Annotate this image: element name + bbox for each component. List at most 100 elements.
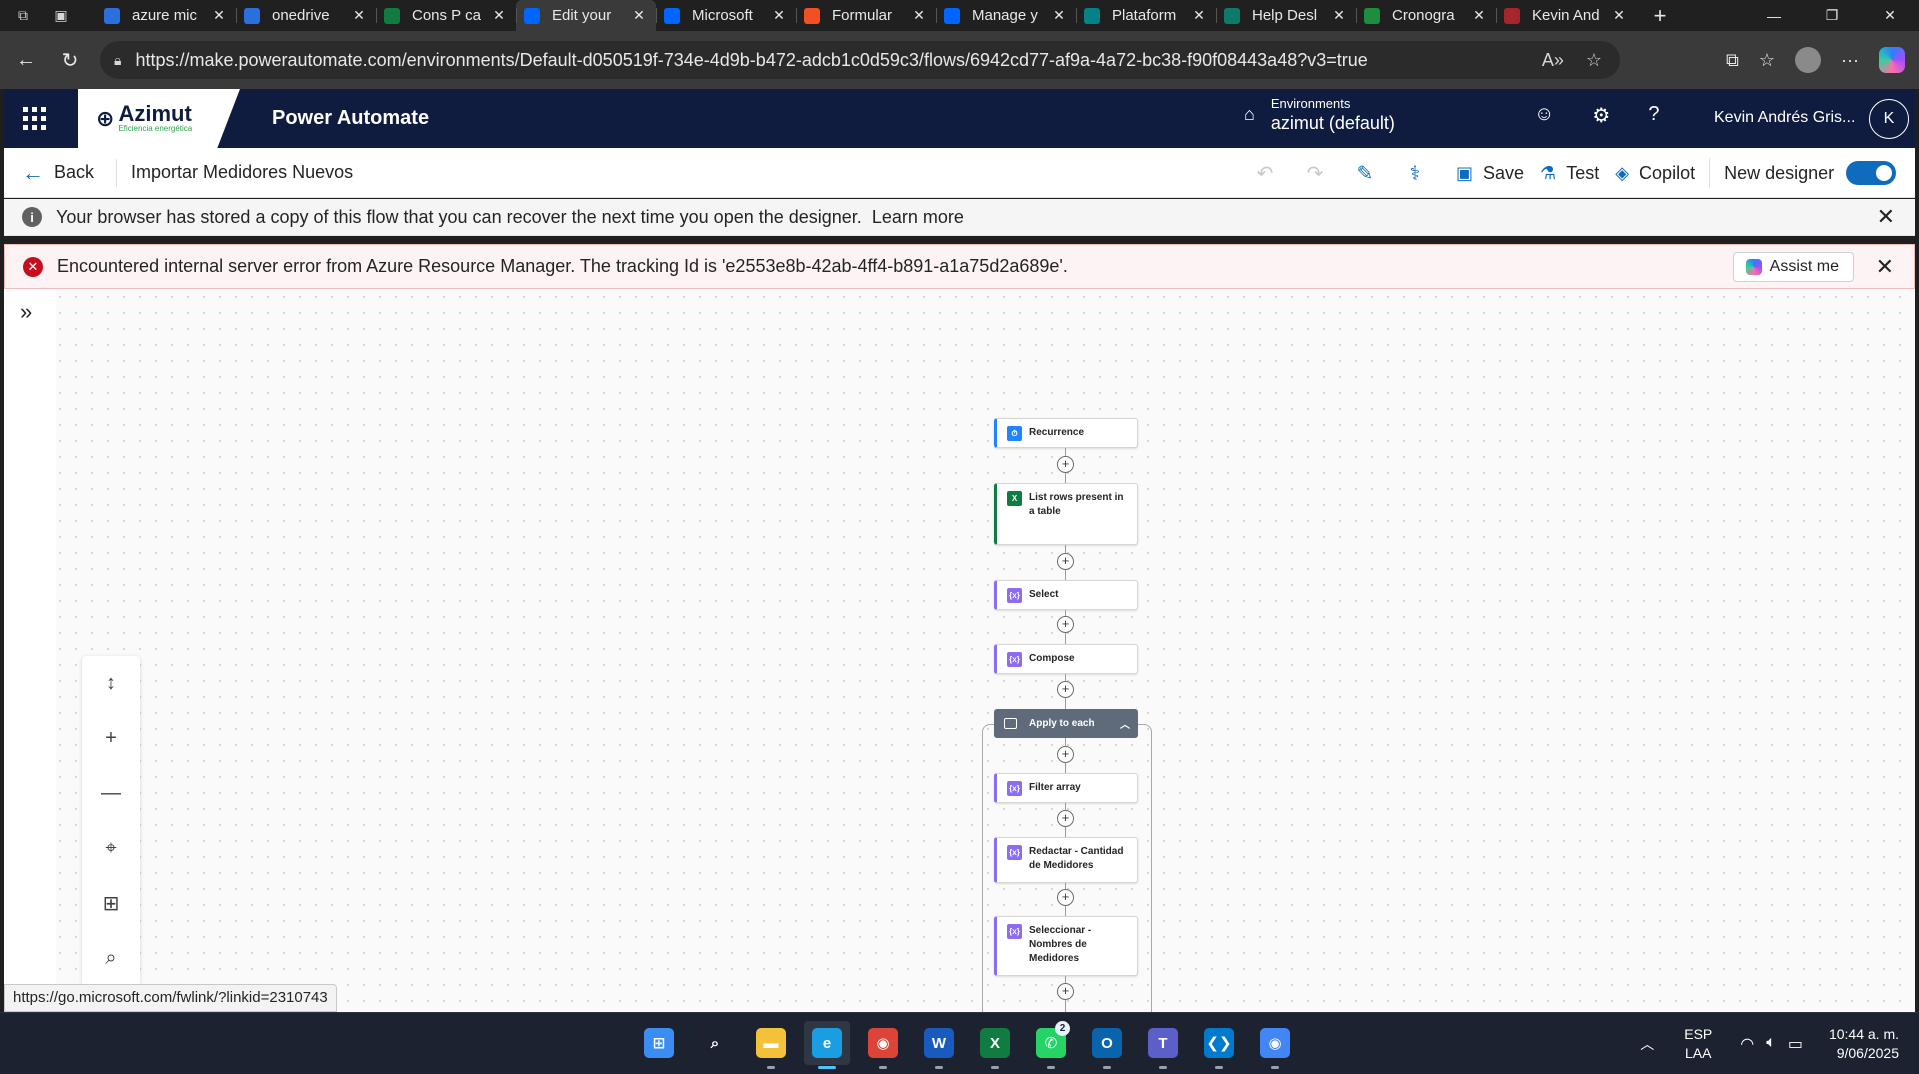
add-step-button[interactable]: +: [1057, 983, 1074, 1000]
chevron-up-icon[interactable]: ︿: [1120, 716, 1130, 731]
copilot-button[interactable]: ◈ Copilot: [1615, 163, 1695, 184]
close-icon[interactable]: ✕: [1876, 254, 1894, 280]
zoom-out-icon[interactable]: —: [82, 766, 140, 821]
save-button[interactable]: ▣ Save: [1456, 163, 1524, 184]
profile-avatar[interactable]: [1795, 47, 1822, 73]
flow-step[interactable]: {x} Seleccionar - Nombres de Medidores: [994, 916, 1138, 976]
tab-actions-icon[interactable]: ▣: [46, 1, 76, 31]
taskbar-app[interactable]: T: [1140, 1021, 1186, 1069]
volume-icon[interactable]: 🔈︎: [1766, 1034, 1776, 1054]
back-button[interactable]: ← Back: [22, 160, 94, 186]
search-icon[interactable]: ⌕: [82, 931, 140, 986]
test-button[interactable]: ⚗ Test: [1540, 163, 1599, 184]
taskbar-app[interactable]: ▬: [748, 1021, 794, 1069]
new-designer-toggle[interactable]: [1846, 161, 1897, 185]
taskbar-app[interactable]: ❮❯: [1196, 1021, 1242, 1069]
close-tab-icon[interactable]: ✕: [1190, 7, 1208, 24]
app-launcher-icon[interactable]: [4, 89, 64, 148]
taskbar-app[interactable]: ◉: [1252, 1021, 1298, 1069]
taskbar-app[interactable]: X: [972, 1021, 1018, 1069]
back-nav-icon[interactable]: ←: [8, 42, 44, 78]
restore-button[interactable]: ❐: [1803, 0, 1861, 31]
browser-tab[interactable]: Cons P ca ✕: [376, 0, 516, 31]
add-step-button[interactable]: +: [1057, 681, 1074, 698]
settings-gear-icon[interactable]: ⚙: [1592, 103, 1610, 128]
read-aloud-icon[interactable]: A»: [1542, 50, 1564, 71]
chevron-up-icon[interactable]: ︿: [1640, 1034, 1654, 1054]
close-tab-icon[interactable]: ✕: [1470, 7, 1488, 24]
close-tab-icon[interactable]: ✕: [1330, 7, 1348, 24]
environment-picker[interactable]: ⌂ Environments azimut (default): [1244, 95, 1395, 134]
azimut-logo[interactable]: ⊕ Azimut Eficiencia energética: [78, 89, 240, 148]
expand-chevrons-icon[interactable]: »: [20, 299, 32, 325]
close-tab-icon[interactable]: ✕: [1610, 7, 1628, 24]
feedback-smiley-icon[interactable]: ☺: [1534, 103, 1554, 128]
more-icon[interactable]: ···: [1841, 50, 1859, 71]
browser-tab[interactable]: Plataform ✕: [1076, 0, 1216, 31]
wifi-icon[interactable]: ◠: [1740, 1034, 1754, 1054]
close-tab-icon[interactable]: ✕: [490, 7, 508, 24]
flow-step[interactable]: {x} Redactar - Cantidad de Medidores: [994, 837, 1138, 883]
clock[interactable]: 10:44 a. m. 9/06/2025: [1829, 1025, 1899, 1063]
close-tab-icon[interactable]: ✕: [910, 7, 928, 24]
undo-icon[interactable]: ↶: [1240, 161, 1290, 186]
favorite-star-icon[interactable]: ☆: [1586, 50, 1602, 71]
learn-more-link[interactable]: Learn more: [872, 207, 964, 228]
flow-step[interactable]: X List rows present in a table: [994, 483, 1138, 545]
workspaces-icon[interactable]: ⧉: [8, 1, 38, 31]
browser-tab[interactable]: Microsoft ✕: [656, 0, 796, 31]
app-title[interactable]: Power Automate: [272, 107, 429, 130]
browser-tab[interactable]: Kevin And ✕: [1496, 0, 1636, 31]
minimap-icon[interactable]: ⊞: [82, 876, 140, 931]
taskbar-app[interactable]: e: [804, 1021, 850, 1069]
add-step-button[interactable]: +: [1057, 746, 1074, 763]
minimize-button[interactable]: —: [1745, 0, 1803, 31]
refresh-icon[interactable]: ↻: [52, 42, 88, 78]
url-text[interactable]: https://make.powerautomate.com/environme…: [135, 50, 1541, 71]
taskbar-app[interactable]: O: [1084, 1021, 1130, 1069]
add-step-button[interactable]: +: [1057, 553, 1074, 570]
add-step-button[interactable]: +: [1057, 616, 1074, 633]
close-tab-icon[interactable]: ✕: [770, 7, 788, 24]
taskbar-app[interactable]: ⌕: [692, 1021, 738, 1065]
user-name[interactable]: Kevin Andrés Gris...: [1714, 109, 1855, 127]
comments-icon[interactable]: ✎: [1340, 161, 1390, 186]
favorites-icon[interactable]: ☆: [1759, 50, 1775, 71]
browser-tab[interactable]: Manage y ✕: [936, 0, 1076, 31]
close-tab-icon[interactable]: ✕: [210, 7, 228, 24]
apply-to-each-header[interactable]: Apply to each ︿: [994, 709, 1138, 738]
extensions-icon[interactable]: ⧉: [1726, 50, 1739, 71]
taskbar-app[interactable]: W: [916, 1021, 962, 1069]
browser-tab[interactable]: onedrive ✕: [236, 0, 376, 31]
browser-tab[interactable]: Edit your ✕: [516, 0, 656, 31]
fit-view-icon[interactable]: ⌖: [82, 821, 140, 876]
close-tab-icon[interactable]: ✕: [1050, 7, 1068, 24]
language-indicator[interactable]: ESP LAA: [1684, 1025, 1712, 1063]
close-icon[interactable]: ✕: [1877, 204, 1895, 230]
copilot-icon[interactable]: [1879, 47, 1905, 73]
flow-name[interactable]: Importar Medidores Nuevos: [131, 162, 353, 183]
redo-icon[interactable]: ↷: [1290, 161, 1340, 186]
browser-tab[interactable]: Help Desl ✕: [1216, 0, 1356, 31]
close-tab-icon[interactable]: ✕: [350, 7, 368, 24]
fit-vertical-icon[interactable]: ↕: [82, 656, 140, 711]
battery-icon[interactable]: ▭: [1788, 1034, 1803, 1054]
flow-step[interactable]: {x} Select: [994, 580, 1138, 610]
browser-tab[interactable]: Cronogra ✕: [1356, 0, 1496, 31]
flow-step[interactable]: {x} Filter array: [994, 773, 1138, 803]
taskbar-app[interactable]: ⊞: [636, 1021, 682, 1065]
flow-step[interactable]: {x} Compose: [994, 644, 1138, 674]
taskbar-app[interactable]: ✆ 2: [1028, 1021, 1074, 1069]
designer-canvas[interactable]: » ⏱ Recurrence X List rows present in a tab…: [4, 289, 1915, 1012]
new-tab-button[interactable]: +: [1646, 3, 1674, 29]
browser-tab[interactable]: Formular ✕: [796, 0, 936, 31]
flow-checker-icon[interactable]: ⚕: [1390, 161, 1440, 186]
taskbar-app[interactable]: ◉: [860, 1021, 906, 1069]
assist-me-button[interactable]: Assist me: [1732, 252, 1854, 282]
close-tab-icon[interactable]: ✕: [630, 7, 648, 24]
address-bar[interactable]: 🔒︎ https://make.powerautomate.com/enviro…: [100, 41, 1620, 79]
browser-tab[interactable]: azure mic ✕: [96, 0, 236, 31]
add-step-button[interactable]: +: [1057, 810, 1074, 827]
help-icon[interactable]: ?: [1648, 103, 1659, 128]
zoom-in-icon[interactable]: +: [82, 711, 140, 766]
